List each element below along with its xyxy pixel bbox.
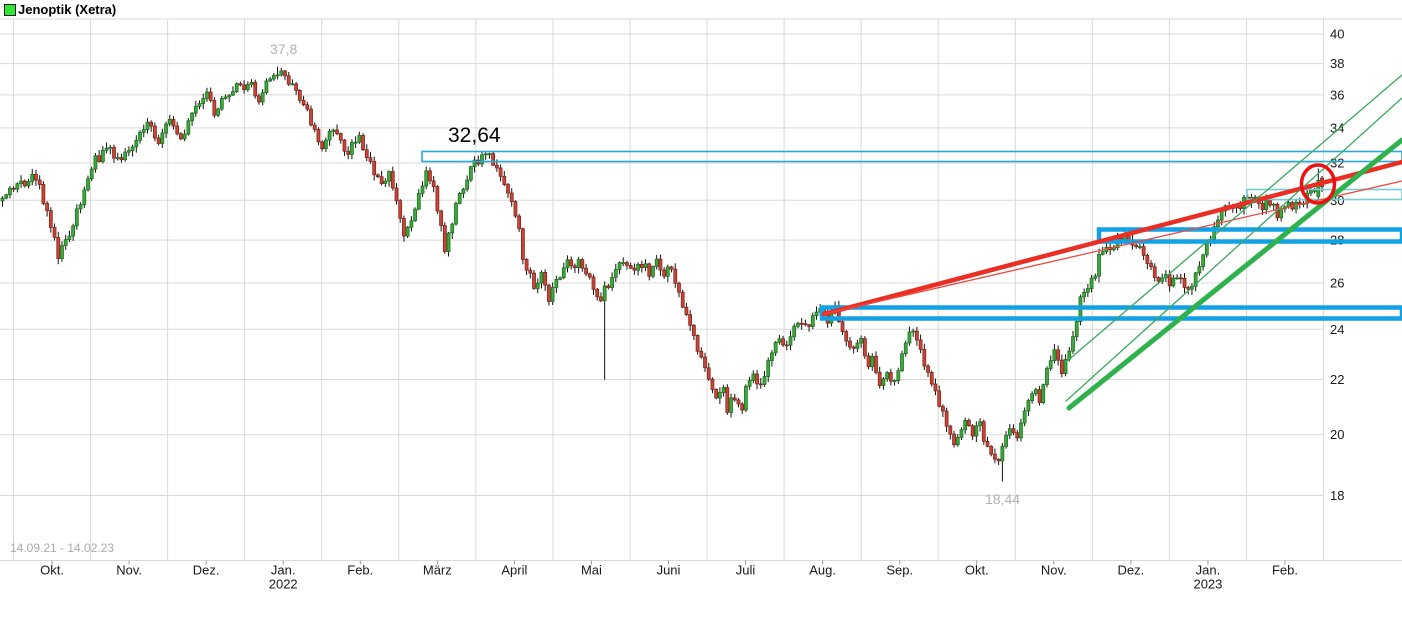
svg-text:36: 36 bbox=[1330, 87, 1344, 102]
svg-text:34: 34 bbox=[1330, 120, 1344, 135]
svg-text:Jan.: Jan. bbox=[271, 563, 296, 578]
svg-text:Aug.: Aug. bbox=[809, 563, 836, 578]
svg-text:Okt.: Okt. bbox=[965, 563, 989, 578]
candles bbox=[0, 66, 1324, 482]
svg-text:Feb.: Feb. bbox=[1272, 563, 1298, 578]
svg-text:24: 24 bbox=[1330, 322, 1344, 337]
svg-text:2023: 2023 bbox=[1193, 577, 1222, 592]
annotation-low-price: 18,44 bbox=[985, 491, 1021, 507]
svg-text:Dez.: Dez. bbox=[1118, 563, 1145, 578]
svg-text:2022: 2022 bbox=[269, 577, 298, 592]
uptrend-green-thin-a bbox=[1065, 97, 1402, 402]
svg-text:Nov.: Nov. bbox=[116, 563, 142, 578]
stock-chart-window: Jenoptik (Xetra) 40 38 36 34 32 30 28 26 24 22 20 1… bbox=[0, 0, 1402, 620]
svg-text:32: 32 bbox=[1330, 155, 1344, 170]
svg-text:Nov.: Nov. bbox=[1041, 563, 1067, 578]
candlestick-chart-canvas[interactable]: 403836343230282624222018Okt. Nov. Dez. Jan.… bbox=[0, 0, 1402, 620]
uptrend-red-thick bbox=[821, 159, 1402, 317]
svg-text:40: 40 bbox=[1330, 27, 1344, 42]
annotation-resistance-price: 32,64 bbox=[448, 124, 501, 147]
svg-text:Dez.: Dez. bbox=[193, 563, 220, 578]
resistance-band-3264 bbox=[421, 150, 1402, 163]
svg-text:20: 20 bbox=[1330, 427, 1344, 442]
uptrend-green-thick bbox=[1066, 137, 1402, 411]
y-axis-labels: 403836343230282624222018 bbox=[1330, 27, 1344, 504]
svg-text:April: April bbox=[501, 563, 527, 578]
date-range-label: 14.09.21 - 14.02.23 bbox=[10, 541, 115, 555]
svg-text:März: März bbox=[423, 563, 452, 578]
svg-text:Jan.: Jan. bbox=[1196, 563, 1221, 578]
svg-text:22: 22 bbox=[1330, 372, 1344, 387]
svg-text:Feb.: Feb. bbox=[347, 563, 373, 578]
svg-text:Okt.: Okt. bbox=[40, 563, 64, 578]
svg-text:26: 26 bbox=[1330, 275, 1344, 290]
svg-text:Mai: Mai bbox=[581, 563, 602, 578]
svg-text:38: 38 bbox=[1330, 56, 1344, 71]
channel-24-7 bbox=[819, 305, 1402, 321]
svg-text:18: 18 bbox=[1330, 488, 1344, 503]
uptrend-red-thin bbox=[823, 180, 1402, 315]
svg-text:Juni: Juni bbox=[657, 563, 681, 578]
annotation-high-price: 37,8 bbox=[270, 41, 298, 57]
svg-text:Sep.: Sep. bbox=[886, 563, 913, 578]
svg-text:Juli: Juli bbox=[736, 563, 756, 578]
x-axis-labels: Okt. Nov. Dez. Jan.2022Feb. März April Mai Juni… bbox=[40, 560, 1298, 592]
